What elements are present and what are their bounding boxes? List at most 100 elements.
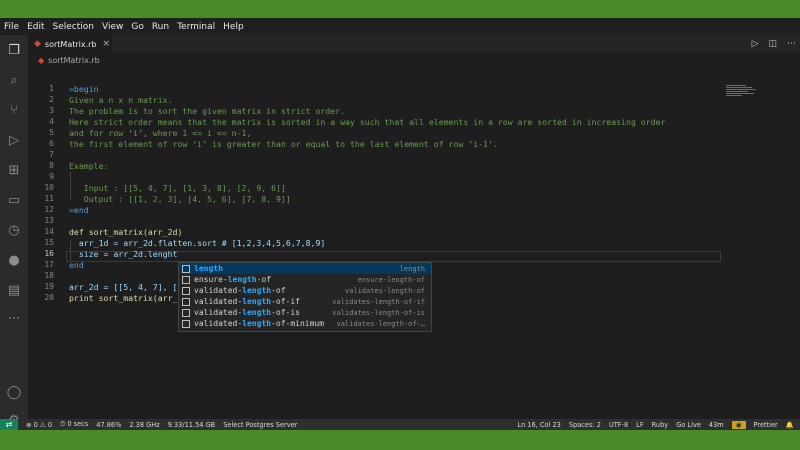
line-number: 15 xyxy=(44,238,54,247)
line-number: 12 xyxy=(44,205,54,214)
line-number: 10 xyxy=(44,183,54,192)
encoding[interactable]: UTF-8 xyxy=(609,421,628,429)
line-number: 11 xyxy=(44,194,54,203)
suggestion-item[interactable]: validated-length-of-is validates-length-… xyxy=(179,307,431,318)
menu-edit[interactable]: Edit xyxy=(23,22,48,32)
search-icon[interactable]: ⌕ xyxy=(6,73,22,89)
code-line[interactable]: Example: xyxy=(69,161,108,171)
source-control-icon[interactable]: ⑂ xyxy=(6,103,22,119)
line-number: 3 xyxy=(49,106,54,115)
breadcrumb-file[interactable]: sortMatrix.rb xyxy=(48,56,100,65)
suggestion-detail: validates-length-of-is xyxy=(332,308,425,317)
minimap[interactable] xyxy=(726,85,756,101)
suggestion-detail: validates-length-of-if xyxy=(332,297,425,306)
memory-usage: 9.33/11.54 GB xyxy=(167,420,216,429)
cpu-usage: 47.86% xyxy=(96,420,122,429)
snippet-icon xyxy=(182,308,190,317)
run-icon[interactable]: ▷ xyxy=(752,39,759,49)
status-bar: ⇄ ⊗ 0 ⚠ 0 ⏱ 0 secs 47.86% 2.38 GHz 9.33/… xyxy=(0,419,800,430)
code-line[interactable]: the first element of row ‘i’ is greater … xyxy=(69,139,498,149)
extensions-icon[interactable]: ⊞ xyxy=(6,163,22,179)
more-icon[interactable]: ⋯ xyxy=(6,311,22,327)
menu-go[interactable]: Go xyxy=(127,22,147,32)
cpu-frequency: 2.38 GHz xyxy=(129,420,160,429)
line-number: 17 xyxy=(44,260,54,269)
activity-bar: ❐ ⌕ ⑂ ▷ ⊞ ▭ ◷ ● ▤ ⋯ ◯ ⚙ xyxy=(0,35,28,428)
suggestion-item[interactable]: validated-length-of validates-length-of xyxy=(179,285,431,296)
ruby-icon: ◆ xyxy=(38,55,45,65)
line-number: 14 xyxy=(44,227,54,236)
suggestion-item[interactable]: ensure-length-of ensure-length-of xyxy=(179,274,431,285)
suggestion-item[interactable]: length length xyxy=(179,263,431,274)
menu-bar: File Edit Selection View Go Run Terminal… xyxy=(0,18,800,35)
menu-terminal[interactable]: Terminal xyxy=(173,22,219,32)
menu-run[interactable]: Run xyxy=(148,22,173,32)
menu-file[interactable]: File xyxy=(0,22,23,32)
snippet-icon xyxy=(182,275,190,284)
tab-sortmatrix[interactable]: ◆ sortMatrix.rb × xyxy=(28,35,112,53)
code-editor[interactable]: 1 =begin 2 Given a n x n matrix. 3 The p… xyxy=(28,68,800,419)
language-mode[interactable]: Ruby xyxy=(652,421,669,429)
code-line[interactable]: arr_1d = arr_2d.flatten.sort # [1,2,3,4,… xyxy=(69,238,325,248)
code-line[interactable]: Input : [[5, 4, 7], [1, 3, 8], [2, 9, 6]… xyxy=(69,183,286,193)
tab-label: sortMatrix.rb xyxy=(44,39,97,49)
more-actions-icon[interactable]: ⋯ xyxy=(787,39,796,49)
menu-selection[interactable]: Selection xyxy=(49,22,98,32)
menu-help[interactable]: Help xyxy=(219,22,248,32)
timeline-icon[interactable]: ◷ xyxy=(6,223,22,239)
suggestion-item[interactable]: validated-length-of-minimum validates-le… xyxy=(179,318,431,329)
snippet-icon xyxy=(182,286,190,295)
line-number: 13 xyxy=(44,216,54,225)
line-number: 4 xyxy=(49,117,54,126)
problems-count[interactable]: ⊗ 0 ⚠ 0 xyxy=(26,421,52,429)
code-line[interactable]: Output : [[1, 2, 3], [4, 5, 6], [7, 8, 9… xyxy=(69,194,291,204)
session-clock[interactable]: 43m xyxy=(709,421,724,429)
code-line[interactable]: =begin xyxy=(69,84,99,94)
code-line[interactable]: def sort_matrix(arr_2d) xyxy=(69,227,182,237)
line-number: 16 xyxy=(44,249,54,258)
code-line[interactable]: print sort_matrix(arr_2d) xyxy=(69,293,192,303)
copilot-icon[interactable]: ◉ xyxy=(731,420,746,429)
docker-icon[interactable]: ▤ xyxy=(6,283,22,299)
go-live-button[interactable]: Go Live xyxy=(676,421,701,429)
line-number: 9 xyxy=(49,172,54,181)
code-line[interactable]: end xyxy=(69,260,84,270)
ruby-icon: ◆ xyxy=(34,39,41,49)
line-number: 19 xyxy=(44,282,54,291)
editor-actions: ▷ ◫ ⋯ xyxy=(742,35,796,53)
line-number: 5 xyxy=(49,128,54,137)
line-number: 7 xyxy=(49,150,54,159)
code-line[interactable]: Given a n x n matrix. xyxy=(69,95,173,105)
line-number: 20 xyxy=(44,293,54,302)
postgres-server[interactable]: Select Postgres Server xyxy=(223,421,297,429)
vscode-window: File Edit Selection View Go Run Terminal… xyxy=(0,18,800,430)
explorer-icon[interactable]: ❐ xyxy=(6,43,22,59)
code-line[interactable]: The problem is to sort the given matrix … xyxy=(69,106,345,116)
account-icon[interactable]: ◯ xyxy=(6,385,22,401)
suggestion-detail: ensure-length-of xyxy=(357,275,425,284)
suggestion-item[interactable]: validated-length-of-if validates-length-… xyxy=(179,296,431,307)
run-debug-icon[interactable]: ▷ xyxy=(6,133,22,149)
bell-icon[interactable]: 🔔 xyxy=(786,421,794,429)
line-number: 1 xyxy=(49,84,54,93)
menu-view[interactable]: View xyxy=(98,22,127,32)
split-editor-icon[interactable]: ◫ xyxy=(768,39,777,49)
code-line-current[interactable]: size = arr_2d.lenght xyxy=(69,249,178,259)
code-line[interactable]: Here strict order means that the matrix … xyxy=(69,117,665,127)
code-line[interactable]: =end xyxy=(69,205,89,215)
code-line[interactable]: and for row ‘i’, where 1 <= i <= n-1, xyxy=(69,128,251,138)
github-icon[interactable]: ● xyxy=(6,253,22,269)
snippet-icon xyxy=(182,264,190,273)
snippet-icon xyxy=(182,297,190,306)
prettier-status[interactable]: Prettier xyxy=(754,421,778,429)
indentation[interactable]: Spaces: 2 xyxy=(569,421,601,429)
remote-icon[interactable]: ⇄ xyxy=(0,419,18,430)
remote-explorer-icon[interactable]: ▭ xyxy=(6,193,22,209)
line-number: 8 xyxy=(49,161,54,170)
close-icon[interactable]: × xyxy=(103,39,111,49)
timer[interactable]: ⏱ 0 secs xyxy=(60,420,88,429)
line-ending[interactable]: LF xyxy=(636,421,643,429)
line-number: 6 xyxy=(49,139,54,148)
suggestion-detail: validates-length-of-… xyxy=(336,319,425,328)
cursor-position[interactable]: Ln 16, Col 23 xyxy=(517,421,561,429)
